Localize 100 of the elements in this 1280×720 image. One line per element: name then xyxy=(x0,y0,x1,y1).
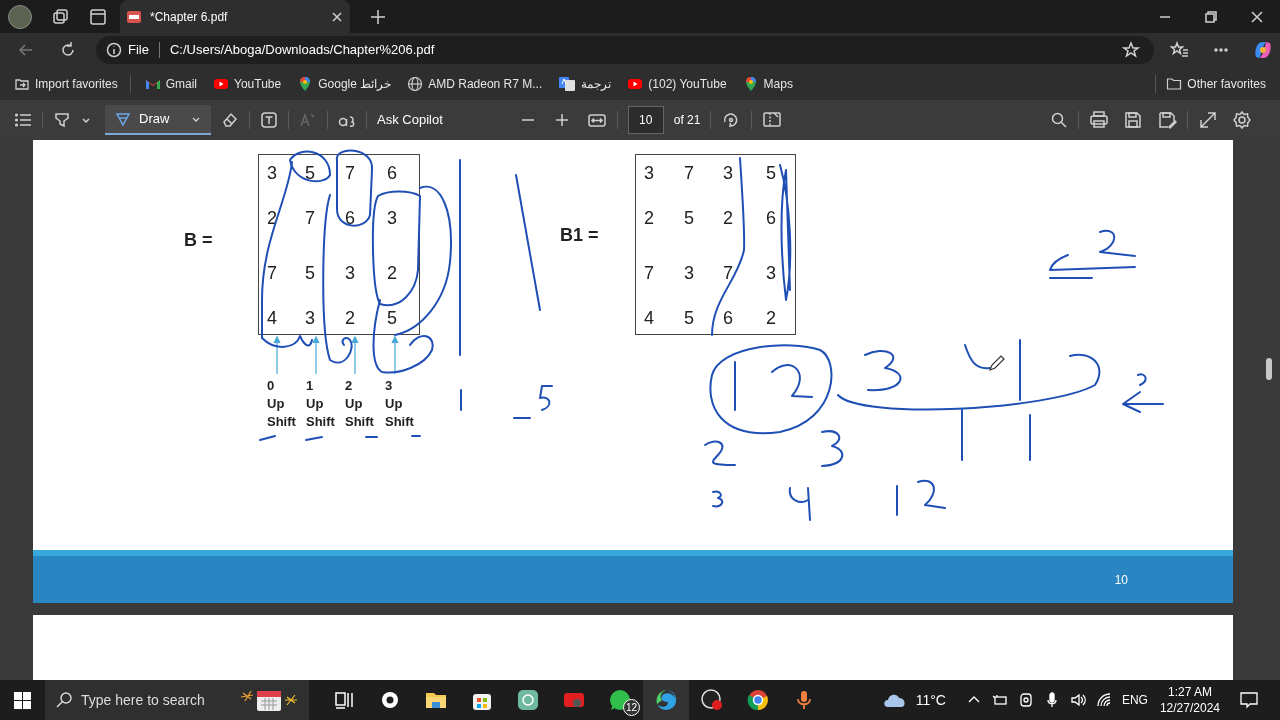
shift-label: Shift xyxy=(306,413,335,431)
page-number-field[interactable]: 10 xyxy=(627,106,664,134)
draw-button[interactable]: Draw xyxy=(105,105,211,135)
matrix-value: 7 xyxy=(267,261,277,285)
matrix-value: 5 xyxy=(766,161,776,185)
camera-icon[interactable] xyxy=(1017,692,1034,708)
matrix-value: 3 xyxy=(766,261,776,285)
up-arrow-icon xyxy=(351,336,359,374)
url-text: C:/Users/Aboga/Downloads/Chapter%206.pdf xyxy=(169,41,435,60)
new-tab-icon[interactable] xyxy=(370,8,386,25)
page-count-label: of 21 xyxy=(673,112,701,129)
taskbar-search-field[interactable]: Type here to search xyxy=(45,680,309,720)
bookmark-link[interactable]: (102) YouTube xyxy=(623,70,731,97)
matrix-value: 4 xyxy=(267,307,277,330)
matrix-value: 5 xyxy=(387,307,397,330)
matrix-value: 5 xyxy=(684,307,694,330)
favorites-icon[interactable] xyxy=(1170,41,1190,59)
matrix-value: 6 xyxy=(387,161,397,185)
matrix-value: 6 xyxy=(723,307,733,330)
fullscreen-icon[interactable] xyxy=(1198,110,1218,130)
shift-label: Up xyxy=(385,395,404,413)
workspaces-icon[interactable] xyxy=(50,6,70,27)
shift-label: 1 xyxy=(306,377,315,395)
restore-icon[interactable] xyxy=(1204,9,1218,24)
ask-copilot-button[interactable]: Ask Copilot xyxy=(377,110,443,130)
matrix-value: 2 xyxy=(766,307,776,330)
matrix-value: 2 xyxy=(267,206,277,230)
matrix-value: 3 xyxy=(684,261,694,285)
shift-label: Shift xyxy=(385,413,414,431)
shift-label: 0 xyxy=(267,377,276,395)
text-box-icon[interactable] xyxy=(260,111,278,129)
shift-label: Shift xyxy=(267,413,296,431)
browser-tab[interactable]: *Chapter 6.pdf xyxy=(120,0,350,33)
profile-avatar[interactable] xyxy=(8,4,32,29)
save-as-icon[interactable] xyxy=(1157,110,1177,130)
matrix-value: 3 xyxy=(267,161,277,185)
matrix-value: 5 xyxy=(684,206,694,230)
star-icon[interactable] xyxy=(1122,41,1140,59)
caret-icon[interactable] xyxy=(81,115,91,125)
print-icon[interactable] xyxy=(1089,110,1109,130)
matrix-label: B1 = xyxy=(560,224,599,247)
site-scheme-label: File xyxy=(128,41,149,60)
matrix-value: 7 xyxy=(684,161,694,185)
shift-label: 3 xyxy=(385,377,394,395)
pdf-icon xyxy=(126,8,142,25)
matrix-value: 7 xyxy=(305,206,315,230)
matrix-value: 3 xyxy=(305,307,315,330)
copilot-icon[interactable] xyxy=(1252,39,1274,61)
matrix-value: 3 xyxy=(644,161,654,185)
matrix-value: 2 xyxy=(644,206,654,230)
bookmark-link[interactable]: AMD Radeon R7 M... xyxy=(403,70,547,97)
shift-label: Shift xyxy=(345,413,374,431)
windows-start-icon[interactable] xyxy=(14,691,31,709)
up-arrow-icon xyxy=(273,336,281,374)
save-icon[interactable] xyxy=(1123,110,1143,130)
bookmark-link[interactable]: ترجمة xyxy=(554,70,616,97)
list-icon[interactable] xyxy=(14,111,32,129)
bookmark-link[interactable]: Maps xyxy=(738,70,797,97)
matrix-value: 3 xyxy=(387,206,397,230)
shift-label: Up xyxy=(267,395,286,413)
matrix-value: 5 xyxy=(305,161,315,185)
fit-page-icon[interactable] xyxy=(586,111,607,129)
tab-title: *Chapter 6.pdf xyxy=(150,8,229,26)
notifications-icon[interactable] xyxy=(1240,691,1258,709)
eraser-icon[interactable] xyxy=(221,111,239,129)
clock-time[interactable]: 1:27 AM xyxy=(1167,684,1212,700)
address-bar[interactable]: File C:/Users/Aboga/Downloads/Chapter%206.pdf xyxy=(96,36,1154,64)
close-icon[interactable] xyxy=(330,9,344,24)
matrix-value: 6 xyxy=(345,206,355,230)
tab-actions-icon[interactable] xyxy=(88,6,108,27)
browser-icon[interactable] xyxy=(643,680,689,720)
translate-icon xyxy=(558,75,577,92)
matrix-value: 3 xyxy=(723,161,733,185)
close-icon[interactable] xyxy=(1250,9,1264,24)
matrix-value: 3 xyxy=(345,261,355,285)
wifi-icon[interactable] xyxy=(1095,692,1112,708)
other-favorites-button[interactable]: Other favorites xyxy=(1162,70,1270,97)
slide-page-number: 10 xyxy=(1114,571,1128,589)
globe-icon xyxy=(407,75,424,92)
bookmark-link[interactable]: Gmail xyxy=(140,70,202,97)
scrollbar-thumb[interactable] xyxy=(1266,358,1272,380)
matrix-value: 4 xyxy=(644,307,654,330)
bookmark-link[interactable]: Google خرائط xyxy=(293,70,396,97)
speaker-icon[interactable] xyxy=(1069,692,1086,708)
language-indicator[interactable]: ENG xyxy=(1121,691,1148,709)
bookmark-link[interactable]: Import favorites xyxy=(10,70,122,97)
pen-icon xyxy=(115,111,131,127)
shift-label: Up xyxy=(345,395,364,413)
page-view-icon[interactable] xyxy=(762,110,783,130)
matrix-value: 2 xyxy=(723,206,733,230)
search-icon[interactable] xyxy=(1050,111,1068,129)
matrix-value: 7 xyxy=(345,161,355,185)
notification-badge: 12 xyxy=(623,699,640,716)
clock-date[interactable]: 12/27/2024 xyxy=(1159,700,1220,716)
pen-cursor-icon xyxy=(988,354,1006,372)
info-icon[interactable] xyxy=(106,42,122,58)
matrix-value: 2 xyxy=(345,307,355,330)
bookmark-link[interactable]: YouTube xyxy=(209,70,286,97)
matrix-value: 5 xyxy=(305,261,315,285)
shift-label: Up xyxy=(306,395,325,413)
